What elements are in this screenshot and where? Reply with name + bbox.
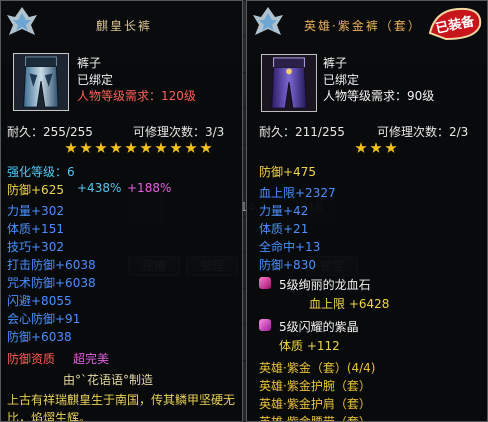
tooltip-header: 英雄·紫金裤（套） 已装备 [247, 1, 487, 43]
set-item: 英雄·紫金护腕（套） [259, 379, 371, 393]
bound-status: 已绑定 [77, 73, 114, 87]
bound-status: 已绑定 [323, 73, 360, 87]
defense-base: 防御+625 [7, 183, 64, 197]
item-tooltip-equipped: 英雄·紫金裤（套） 已装备 裤子 已绑定 人物等级需求：90级 耐久：211/2… [246, 0, 488, 422]
item-icon-frame [13, 53, 69, 111]
level-requirement: 人物等级需求：120级 [77, 89, 196, 103]
attr-line: 咒术防御+6038 [7, 276, 96, 290]
star-rating [65, 142, 212, 154]
defense-bonus-2: +188% [127, 181, 172, 195]
set-item: 英雄·紫金护肩（套） [259, 397, 371, 411]
enhance-level: 强化等级：6 [7, 165, 75, 179]
star-icon [200, 142, 212, 153]
quality-value: 超完美 [73, 352, 110, 366]
level-requirement: 人物等级需求：90级 [323, 89, 435, 103]
gem-name: 5级绚丽的龙血石 [279, 278, 371, 292]
attr-line: 力量+302 [7, 204, 64, 218]
gem-purple-icon [259, 319, 271, 331]
pants-icon [271, 57, 307, 109]
defense-base: 防御+475 [259, 165, 316, 179]
star-icon [355, 142, 367, 153]
star-icon [65, 142, 77, 153]
gem-effect: 体质 +112 [279, 339, 340, 353]
attr-line: 会心防御+91 [7, 312, 81, 326]
attr-line: 防御+6038 [7, 330, 72, 344]
lore-text: 上古有祥瑞麒皇生于南国，传其鳞甲坚硬无比，焰熠生辉。 [7, 393, 236, 422]
durability: 耐久：255/255 [7, 125, 93, 139]
star-icon [80, 142, 92, 153]
durability: 耐久：211/255 [259, 125, 345, 139]
item-title: 麒皇长裤 [96, 19, 153, 33]
attr-line: 力量+42 [259, 204, 309, 218]
repair-count: 可修理次数：2/3 [377, 125, 469, 139]
maker-line: 由°`花语语°制造 [63, 373, 154, 387]
attr-line: 闪避+8055 [7, 294, 72, 308]
attr-line: 血上限+2327 [259, 186, 336, 200]
star-icon [110, 142, 122, 153]
attr-line: 全命中+13 [259, 240, 321, 254]
star-icon [170, 142, 182, 153]
tooltip-header: 麒皇长裤 [1, 1, 242, 43]
defense-bonus-1: +438% [77, 181, 122, 195]
set-item: 英雄·紫金腰带（套） [259, 415, 371, 422]
item-icon-frame [261, 54, 317, 112]
attr-line: 体质+151 [7, 222, 64, 236]
item-title: 英雄·紫金裤（套） [304, 19, 422, 33]
attr-line: 体质+21 [259, 222, 309, 236]
pants-icon [23, 56, 59, 108]
star-icon [95, 142, 107, 153]
star-icon [125, 142, 137, 153]
attr-line: 防御+830 [259, 258, 316, 272]
emblem-icon [7, 7, 37, 35]
repair-count: 可修理次数：3/3 [133, 125, 225, 139]
star-rating [355, 142, 397, 154]
item-name: 裤子 [77, 56, 102, 70]
gem-red-icon [259, 277, 271, 289]
gem-effect: 血上限 +6428 [309, 297, 390, 311]
emblem-icon [253, 7, 283, 35]
attr-line: 打击防御+6038 [7, 258, 96, 272]
item-name: 裤子 [323, 56, 348, 70]
equipped-badge-icon: 已装备 [428, 7, 482, 41]
item-tooltip-inspected: 麒皇长裤 裤子 已绑定 人物等级需求：120级 耐久：255/255 可修理次数… [0, 0, 243, 422]
star-icon [185, 142, 197, 153]
attr-line: 技巧+302 [7, 240, 64, 254]
star-icon [155, 142, 167, 153]
star-icon [385, 142, 397, 153]
star-icon [370, 142, 382, 153]
star-icon [140, 142, 152, 153]
set-item: 英雄·紫金（套）(4/4) [259, 361, 376, 375]
gem-name: 5级闪耀的紫晶 [279, 320, 359, 334]
quality-label: 防御资质 [7, 352, 56, 366]
